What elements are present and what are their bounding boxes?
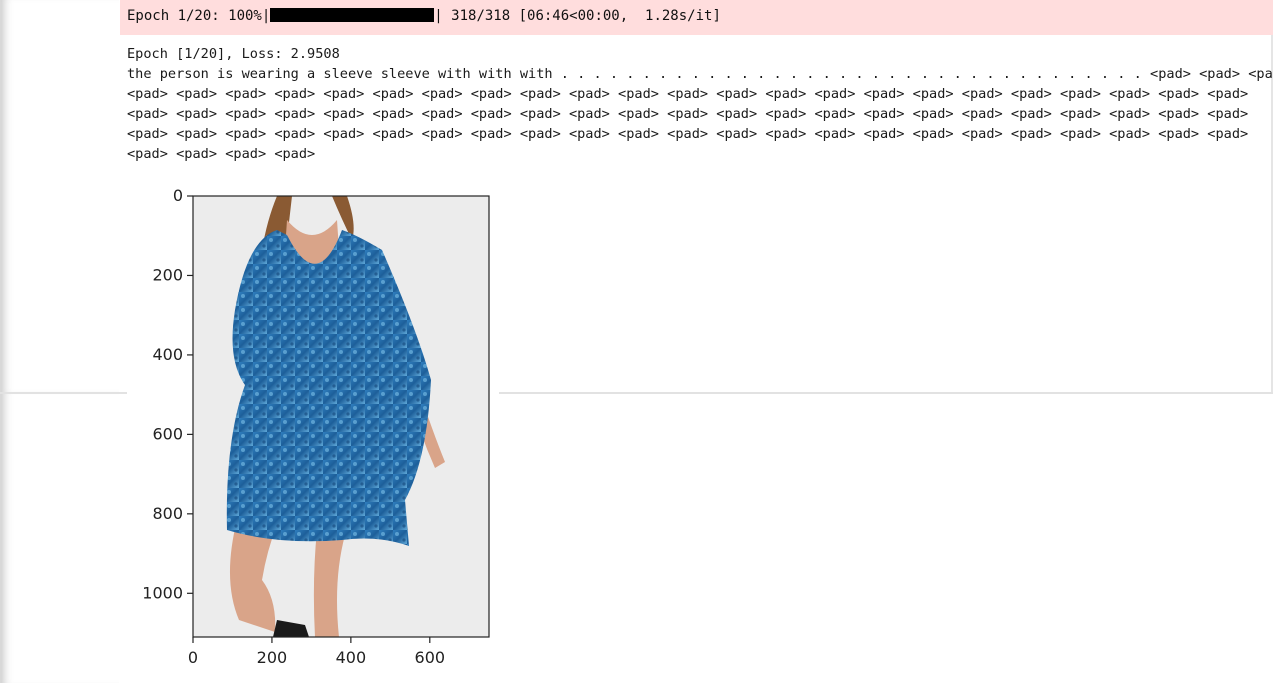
y-axis: 0 200 400 600 800 1000 <box>142 186 193 602</box>
progress-suffix: 318/318 [06:46<00:00, 1.28s/it] <box>442 8 721 24</box>
progress-prefix: Epoch 1/20: 100% <box>127 8 262 24</box>
x-tick-label: 0 <box>188 648 198 667</box>
y-tick-label: 0 <box>173 186 183 205</box>
dress-photo-icon <box>193 196 489 637</box>
y-tick-label: 1000 <box>142 583 183 602</box>
epoch-loss-line: Epoch [1/20], Loss: 2.9508 <box>127 46 340 62</box>
caption-line: <pad> <pad> <pad> <pad> <pad> <pad> <pad… <box>127 126 1249 142</box>
caption-line: <pad> <pad> <pad> <pad> <pad> <pad> <pad… <box>127 86 1249 102</box>
x-tick-label: 600 <box>415 648 446 667</box>
y-tick-label: 800 <box>152 504 183 523</box>
caption-line: <pad> <pad> <pad> <pad> <box>127 146 316 162</box>
output-frame-left-bottom <box>0 392 119 683</box>
progress-bar <box>270 8 435 22</box>
stdout-output: Epoch [1/20], Loss: 2.9508 the person is… <box>127 44 1273 164</box>
imshow-plot: 0 200 400 600 800 1000 0 200 400 600 <box>142 186 490 667</box>
output-frame-left-top <box>0 0 119 392</box>
x-tick-label: 400 <box>336 648 367 667</box>
caption-line: <pad> <pad> <pad> <pad> <pad> <pad> <pad… <box>127 106 1249 122</box>
caption-line: the person is wearing a sleeve sleeve wi… <box>127 66 1273 82</box>
y-tick-label: 200 <box>152 265 183 284</box>
progress-bar-fill <box>270 8 435 22</box>
imshow-figure: 0 200 400 600 800 1000 0 200 400 600 <box>127 180 499 680</box>
y-tick-label: 400 <box>152 345 183 364</box>
progress-output: Epoch 1/20: 100%| | 318/318 [06:46<00:00,… <box>120 0 1273 35</box>
x-tick-label: 200 <box>257 648 288 667</box>
x-axis: 0 200 400 600 <box>188 637 445 667</box>
y-tick-label: 600 <box>152 424 183 443</box>
